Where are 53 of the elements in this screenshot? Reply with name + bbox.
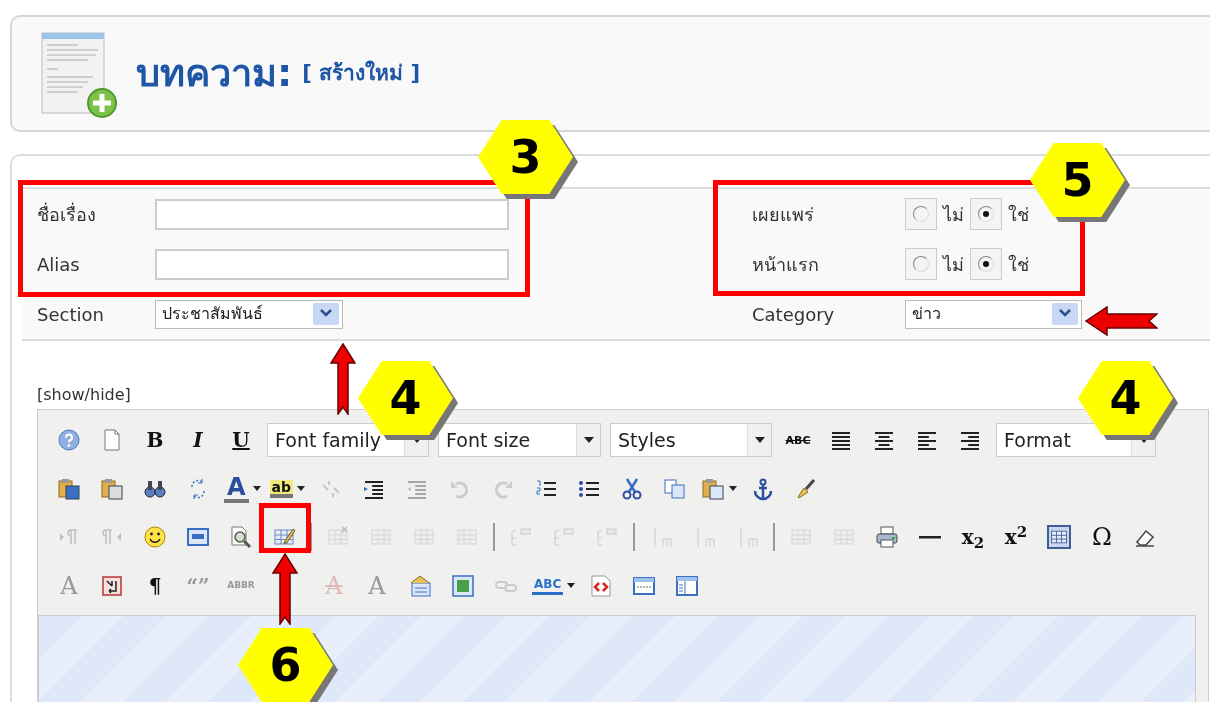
italic-button[interactable]: I [191,428,205,453]
arrow [330,343,356,415]
spellcheck-button[interactable]: ABC [532,576,564,596]
select-field[interactable]: ประชาสัมพันธ์ [155,299,343,329]
chevron-down-icon [318,307,334,319]
bold-button[interactable]: B [144,428,166,453]
subscript-button[interactable]: x$_{2}$ [959,525,987,550]
chevron-down-icon [1057,307,1073,319]
field-label: Section [36,302,105,327]
image-icon[interactable] [451,573,475,598]
text-input[interactable] [155,248,509,280]
text-input[interactable] [155,198,509,230]
toolbar-dropdown[interactable]: Font size [438,423,601,458]
arrow [272,553,298,625]
strikethrough-button[interactable]: ABC [783,432,813,448]
select-field[interactable]: ข่าว [905,299,1082,329]
caret-icon[interactable] [297,486,306,492]
clipboard-text-icon[interactable] [100,476,124,501]
copy-icon[interactable] [663,476,688,501]
clipboard-document-icon[interactable] [57,476,81,501]
caret-icon[interactable] [567,583,576,589]
caret-icon[interactable] [252,486,261,492]
paragraph-button[interactable]: ¶ [146,573,164,598]
option-label: ไม่ [943,202,964,227]
table-grid-icon[interactable] [1047,525,1071,550]
highlight-frame [259,503,311,553]
font-color-button[interactable]: A [224,474,249,503]
print-icon[interactable] [875,525,899,550]
help-icon[interactable] [57,428,81,453]
preview-icon[interactable] [229,525,253,550]
caret-icon[interactable] [729,486,738,492]
page-title: บทความ: [136,50,293,97]
template-icon[interactable] [675,573,700,598]
superscript-button[interactable]: x$^{2}$ [1002,525,1030,550]
field-label: หน้าแรก [752,252,820,277]
option-label: ใช่ [1008,202,1029,227]
field-label: Alias [36,252,81,277]
field-label: Category [752,302,836,327]
option-label: ไม่ [943,252,964,277]
toolbar-dropdown[interactable]: Styles [610,423,772,458]
smiley-icon[interactable] [143,525,167,550]
line-break-icon[interactable] [100,573,124,598]
html-icon[interactable] [589,573,614,598]
attributes-icon[interactable] [408,573,432,598]
highlight-button[interactable]: ab [269,479,294,498]
show-hide-link[interactable]: [show/hide] [37,383,131,407]
page-subtitle: [ สร้างใหม่ ] [302,59,421,87]
field-label: ชื่อเรื่อง [36,201,97,227]
underline-button[interactable]: U [230,428,252,453]
option-label: ใช่ [1008,252,1029,277]
omega-button[interactable]: Ω [1090,523,1114,552]
field-label: เผยแพร่ [752,202,815,227]
paste-icon[interactable] [701,476,726,501]
